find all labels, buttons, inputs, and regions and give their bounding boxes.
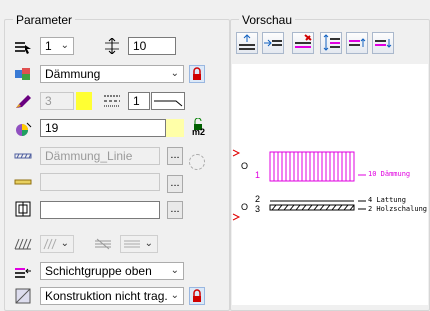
swap-layers-icon (323, 34, 340, 51)
color-swatch[interactable] (76, 92, 92, 110)
line-preview-icon (154, 100, 183, 107)
marker-bottom-2: 2 (255, 194, 261, 204)
lock-icon (193, 67, 201, 80)
chevron-down-icon: ⌄ (170, 290, 179, 301)
m2-label: m2 (192, 127, 206, 137)
pattern-icon (14, 179, 32, 185)
spacing-input[interactable]: 10 (128, 37, 176, 55)
construction-dropdown[interactable]: Konstruktion nicht trag. ⌄ (40, 287, 184, 305)
spacing-icon (105, 38, 119, 54)
label-lattung: 4 Lattung (368, 196, 406, 204)
preview-title: Vorschau (239, 13, 296, 27)
pattern-browse-button[interactable]: ... (167, 175, 183, 193)
material-dropdown[interactable]: Dämmung ⌄ (40, 65, 184, 83)
hatch-style-dropdown-2[interactable]: ⌄ (120, 235, 158, 253)
move-up-icon (239, 34, 255, 50)
insert-layer-button[interactable] (262, 32, 284, 54)
move-up-button[interactable] (236, 32, 258, 54)
marker-top-o: O (241, 161, 249, 171)
construction-value: Konstruktion nicht trag. (45, 289, 168, 303)
area-button[interactable]: m2 (189, 118, 207, 138)
hatch-pattern-icon (95, 238, 111, 250)
hatch-style-icon (43, 238, 57, 250)
layer-group-icon (15, 268, 31, 278)
text-input[interactable] (40, 201, 160, 219)
material-icon (15, 68, 30, 80)
number-highlight (166, 119, 184, 137)
label-holzschalung: 2 Holzschalung (368, 205, 428, 213)
swap-layers-button[interactable] (320, 32, 342, 54)
hatch-style-dropdown-1[interactable]: ⌄ (40, 235, 74, 253)
group-down-icon (375, 39, 392, 48)
group-up-icon (349, 38, 366, 47)
hatch-browse-button[interactable]: ... (167, 147, 183, 165)
chevron-down-icon: ⌄ (60, 238, 69, 249)
frame-icon (15, 201, 31, 217)
preview-canvas: O 1 2 O 3 10 Dämmung 4 Lattung 2 Holzsch… (232, 64, 428, 305)
hatch-style-icon (14, 238, 32, 250)
insert-layer-icon (264, 39, 282, 47)
chevron-down-icon: ⌄ (170, 265, 179, 276)
chevron-down-icon: ⌄ (144, 238, 153, 249)
pen-input[interactable]: 3 (40, 92, 74, 110)
chevron-down-icon: ⌄ (170, 68, 179, 79)
hatch-icon (14, 153, 32, 159)
hatch-pattern-icon (124, 240, 140, 248)
delete-layer-icon (295, 34, 312, 48)
construction-lock-button[interactable] (189, 287, 205, 305)
layer-preview-drawing (232, 149, 366, 221)
lock-icon (193, 289, 201, 302)
hatch-name-input[interactable]: Dämmung_Linie (40, 147, 160, 165)
layers-count-icon (15, 42, 31, 54)
marker-bottom-o: O (241, 202, 249, 212)
linetype-input[interactable]: 1 (128, 92, 150, 110)
lock-button[interactable] (189, 65, 205, 83)
refresh-icon (189, 154, 205, 170)
construction-icon (15, 288, 31, 304)
group-down-button[interactable] (372, 32, 394, 54)
parameter-title: Parameter (13, 13, 76, 27)
material-value: Dämmung (45, 67, 101, 81)
linetype-icon (104, 95, 120, 107)
pattern-input[interactable] (40, 173, 160, 191)
line-style-selector[interactable] (151, 92, 185, 110)
layer-group-value: Schichtgruppe oben (45, 264, 152, 278)
number-input[interactable]: 19 (40, 119, 166, 137)
layer-group-dropdown[interactable]: Schichtgruppe oben ⌄ (40, 262, 184, 280)
chevron-down-icon: ⌄ (60, 40, 69, 51)
marker-bottom-3: 3 (255, 204, 261, 214)
layer-count-dropdown[interactable]: 1 ⌄ (40, 37, 74, 55)
group-up-button[interactable] (346, 32, 368, 54)
text-browse-button[interactable]: ... (167, 201, 183, 219)
label-daemmung: 10 Dämmung (368, 170, 411, 178)
marker-top-number: 1 (255, 170, 261, 180)
layer-count-value: 1 (45, 39, 52, 53)
pen-icon (16, 95, 31, 108)
color-wheel-icon (16, 122, 32, 136)
delete-layer-button[interactable] (292, 32, 314, 54)
